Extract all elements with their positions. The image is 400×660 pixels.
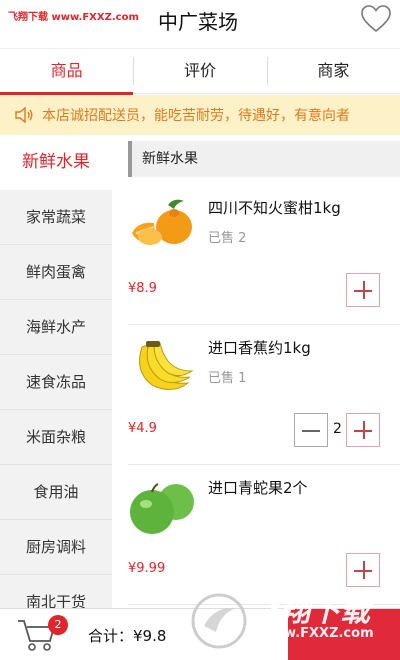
product-item[interactable]: 进口香蕉约1kg 已售 1 ¥4.9 2 <box>128 325 400 465</box>
product-sold: 已售 2 <box>208 231 247 246</box>
speaker-icon <box>15 106 33 124</box>
add-to-cart-button[interactable] <box>346 413 380 447</box>
quantity-value: 2 <box>333 421 342 437</box>
category-item-fresh-fruit[interactable]: 新鲜水果 <box>0 135 112 190</box>
product-name: 进口青蛇果2个 <box>208 479 308 497</box>
tab-bar: 商品 评价 商家 <box>0 48 400 95</box>
product-item[interactable]: 进口青蛇果2个 ¥9.99 <box>128 465 400 605</box>
app-header: 飞翔下载 www.FXXZ.com 中广菜场 <box>0 0 400 44</box>
tab-merchant[interactable]: 商家 <box>266 49 400 93</box>
tab-reviews[interactable]: 评价 <box>133 49 266 93</box>
category-item-vegetables[interactable]: 家常蔬菜 <box>0 190 112 245</box>
banana-image <box>139 341 194 390</box>
add-to-cart-button[interactable] <box>346 553 380 587</box>
orange-image <box>132 199 192 245</box>
tab-products[interactable]: 商品 <box>0 49 134 95</box>
category-sidebar: 新鲜水果 家常蔬菜 鲜肉蛋禽 海鲜水产 速食冻品 米面杂粮 食用油 厨房调料 南… <box>0 135 112 608</box>
product-price: ¥8.9 <box>128 281 157 296</box>
product-sold: 已售 1 <box>208 371 247 386</box>
green-apple-image <box>130 483 194 534</box>
cart-total: 合计：¥9.8 <box>88 627 167 645</box>
add-to-cart-button[interactable] <box>346 273 380 307</box>
category-item-dry-goods[interactable]: 南北干货 <box>0 575 112 608</box>
product-list: 新鲜水果 四川不知火蜜柑1kg 已售 2 ¥8.9 进口香蕉约1kg 已售 1 … <box>112 135 400 608</box>
cart-count-badge: 2 <box>48 615 68 635</box>
watermark-logo-url: www.FXXZ.com <box>260 626 374 641</box>
product-name: 进口香蕉约1kg <box>208 339 311 357</box>
section-title: 新鲜水果 <box>128 141 400 177</box>
category-item-oil[interactable]: 食用油 <box>0 465 112 520</box>
page-title: 中广菜场 <box>158 10 238 34</box>
watermark-text: 飞翔下载 www.FXXZ.com <box>8 12 139 23</box>
category-item-seasoning[interactable]: 厨房调料 <box>0 520 112 575</box>
watermark-logo-title: 飞翔下载 <box>250 594 370 629</box>
notice-text: 本店诚招配送员，能吃苦耐劳，待遇好，有意向者 <box>42 108 350 124</box>
product-item[interactable]: 四川不知火蜜柑1kg 已售 2 ¥8.9 <box>128 185 400 325</box>
category-item-seafood[interactable]: 海鲜水产 <box>0 300 112 355</box>
category-item-meat-eggs[interactable]: 鲜肉蛋禽 <box>0 245 112 300</box>
product-price: ¥9.99 <box>128 561 166 576</box>
category-item-frozen[interactable]: 速食冻品 <box>0 355 112 410</box>
notice-bar: 本店诚招配送员，能吃苦耐劳，待遇好，有意向者 <box>0 95 400 135</box>
watermark-logo: 飞翔下载 www.FXXZ.com <box>190 586 390 656</box>
heart-outline-icon[interactable] <box>360 4 392 34</box>
product-price: ¥4.9 <box>128 421 157 436</box>
category-item-grains[interactable]: 米面杂粮 <box>0 410 112 465</box>
decrease-quantity-button[interactable] <box>294 413 328 447</box>
product-name: 四川不知火蜜柑1kg <box>208 199 341 217</box>
watermark-logo-icon <box>191 593 247 649</box>
